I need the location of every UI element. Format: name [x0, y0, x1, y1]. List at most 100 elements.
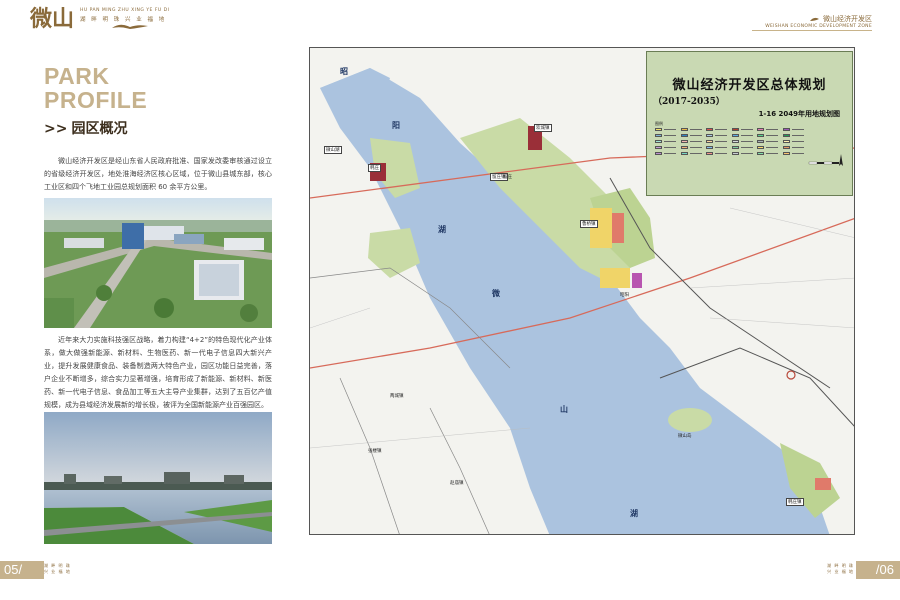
legend-color [706, 146, 713, 149]
legend-text-line [689, 141, 702, 142]
legend-text-line [740, 147, 753, 148]
legend-swatch [757, 128, 780, 131]
legend-color [782, 134, 790, 137]
legend-swatch [731, 140, 755, 143]
legend-text-line [664, 153, 676, 154]
legend-swatch [680, 146, 704, 149]
legend-text-line [689, 135, 702, 136]
double-chevron-icon: >> [44, 121, 68, 137]
zone-name-cn: 微山经济开发区 [765, 14, 872, 24]
legend-swatch [680, 128, 704, 131]
legend-text-line [689, 153, 702, 154]
legend-color [680, 128, 688, 131]
legend-swatch [731, 128, 755, 131]
map-period: （2017-2035） [653, 97, 725, 107]
section-title-text: 园区概况 [71, 121, 128, 137]
header-divider [752, 30, 872, 31]
legend-text-line [791, 153, 804, 154]
legend-text-line [689, 147, 702, 148]
legend-swatch [731, 146, 755, 149]
lake-name-char: 山 [560, 405, 568, 414]
legend-text-line [740, 135, 753, 136]
waterfront-photo [44, 412, 272, 544]
legend-color [706, 152, 713, 155]
legend-swatch [706, 128, 729, 131]
map-label: 留庄 [503, 175, 512, 180]
legend-color [655, 134, 662, 137]
map-label: 欢城镇 [534, 124, 552, 132]
legend-swatch [731, 152, 755, 155]
legend-swatch [782, 152, 806, 155]
park-profile-heading: PARK PROFILE [44, 64, 147, 112]
legend-text-line [766, 141, 778, 142]
legend-color [655, 140, 662, 143]
aerial-park-photo [44, 198, 272, 328]
map-subtitle: 1-16 2049年用地规划图 [758, 110, 840, 118]
zone-name-cn-text: 微山经济开发区 [823, 15, 872, 23]
map-label: 韩庄镇 [786, 498, 804, 506]
legend-swatch [655, 134, 678, 137]
lake-name-char: 阳 [392, 121, 400, 130]
bird-icon [810, 17, 819, 21]
map-legend-panel: 微山经济开发区总体规划 （2017-2035） 1-16 2049年用地规划图 … [646, 51, 853, 196]
legend-text-line [791, 129, 804, 130]
legend-text-line [740, 141, 753, 142]
industry-paragraph: 近年来大力实施科技强区战略，着力构建“4+2”的特色现代化产业体系，做大做强新能… [44, 336, 272, 409]
lake-name-char: 微 [492, 289, 500, 298]
brochure-spread: 微山 HU PAN MING ZHU XING YE FU DI 湖 畔 明 珠… [0, 0, 900, 600]
park-line: PARK [44, 63, 110, 89]
legend-text-line [689, 129, 702, 130]
logo-calligraphy: 微山 [30, 6, 75, 32]
legend-text-line [664, 141, 676, 142]
map-label: 两城镇 [390, 394, 404, 399]
land-use-map: 微山湖 欢城镇 韩庄 留庄镇 鲁桥镇 留庄 昭阳 微山岛 张楼镇 两城镇 赵庙镇… [309, 47, 855, 535]
legend-swatch [782, 128, 806, 131]
map-label: 韩庄 [368, 164, 381, 172]
legend-color [731, 146, 739, 149]
legend-text-line [715, 141, 727, 142]
legend-text-line [791, 147, 804, 148]
intro-paragraph: 微山经济开发区是经山东省人民政府批准、国家发改委审核通过设立的省级经济开发区，地… [44, 157, 272, 191]
legend-swatch [757, 134, 780, 137]
legend-color [731, 134, 739, 137]
legend-color [782, 146, 790, 149]
logo-pinyin: HU PAN MING ZHU XING YE FU DI [80, 8, 170, 13]
legend-color [706, 134, 713, 137]
legend-color [757, 140, 764, 143]
map-label: 赵庙镇 [450, 481, 464, 486]
legend-color [680, 152, 688, 155]
legend-color [706, 140, 713, 143]
map-label: 鲁桥镇 [580, 220, 598, 228]
legend-color [757, 146, 764, 149]
legend-swatch [655, 146, 678, 149]
map-label: 昭阳 [620, 293, 629, 298]
legend-color [731, 140, 739, 143]
legend-color [655, 128, 662, 131]
legend-color [655, 152, 662, 155]
legend-color [757, 134, 764, 137]
legend-swatch [655, 128, 678, 131]
profile-line: PROFILE [44, 87, 148, 113]
legend-swatch [680, 140, 704, 143]
legend-color [782, 140, 790, 143]
map-label: 微山岛 [678, 434, 692, 439]
legend-text-line [664, 135, 676, 136]
legend-text-line [766, 153, 778, 154]
legend-text-line [740, 153, 753, 154]
legend-swatch [706, 152, 729, 155]
section-title: >> 园区概况 [44, 118, 127, 138]
header-right: 微山经济开发区 WEISHAN ECONOMIC DEVELOPMENT ZON… [765, 14, 872, 29]
legend-text-line [664, 129, 676, 130]
map-label: 张楼镇 [368, 449, 382, 454]
legend-swatch [782, 134, 806, 137]
legend-swatch [680, 134, 704, 137]
legend-text-line [791, 141, 804, 142]
legend-text-line [715, 129, 727, 130]
page-number-left: 05/ [4, 562, 23, 577]
bird-icon [112, 24, 148, 29]
legend-swatch [757, 140, 780, 143]
legend-text-line [766, 147, 778, 148]
legend-color [782, 152, 790, 155]
legend-color [680, 140, 688, 143]
legend-swatch [757, 152, 780, 155]
